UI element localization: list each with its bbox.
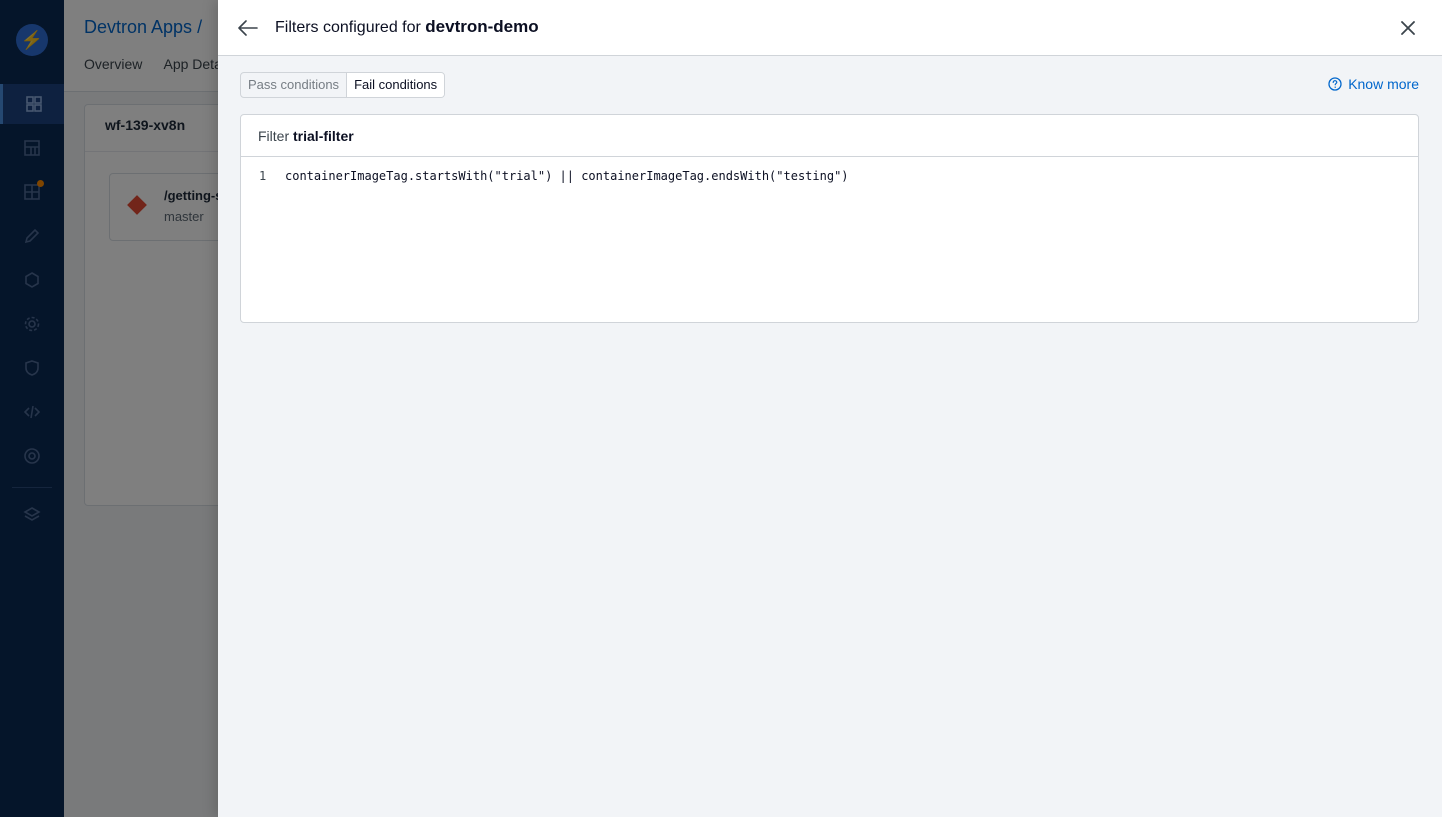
tab-fail-conditions[interactable]: Fail conditions	[346, 73, 445, 97]
drawer-title-prefix: Filters configured for	[275, 19, 421, 36]
filter-card: Filter trial-filter 1 containerImageTag.…	[240, 114, 1419, 323]
filters-drawer: Filters configured for devtron-demo Pass…	[218, 0, 1442, 817]
drawer-app-name: devtron-demo	[425, 17, 539, 36]
back-button[interactable]	[236, 16, 260, 40]
close-icon	[1401, 21, 1415, 35]
condition-code-editor[interactable]: 1 containerImageTag.startsWith("trial") …	[241, 157, 1418, 322]
know-more-link[interactable]: Know more	[1328, 76, 1419, 92]
filter-header: Filter trial-filter	[241, 115, 1418, 157]
close-button[interactable]	[1396, 16, 1420, 40]
drawer-header: Filters configured for devtron-demo	[218, 0, 1442, 56]
line-number: 1	[259, 169, 267, 183]
arrow-left-icon	[238, 20, 258, 36]
drawer-title: Filters configured for devtron-demo	[275, 17, 539, 37]
filter-name: trial-filter	[293, 128, 354, 144]
know-more-label: Know more	[1348, 76, 1419, 92]
code-line[interactable]: containerImageTag.startsWith("trial") ||…	[285, 169, 849, 183]
help-circle-icon	[1328, 77, 1342, 91]
condition-tabs: Pass conditions Fail conditions	[240, 72, 446, 98]
tab-pass-conditions[interactable]: Pass conditions	[241, 73, 346, 97]
filter-prefix: Filter	[258, 128, 290, 144]
